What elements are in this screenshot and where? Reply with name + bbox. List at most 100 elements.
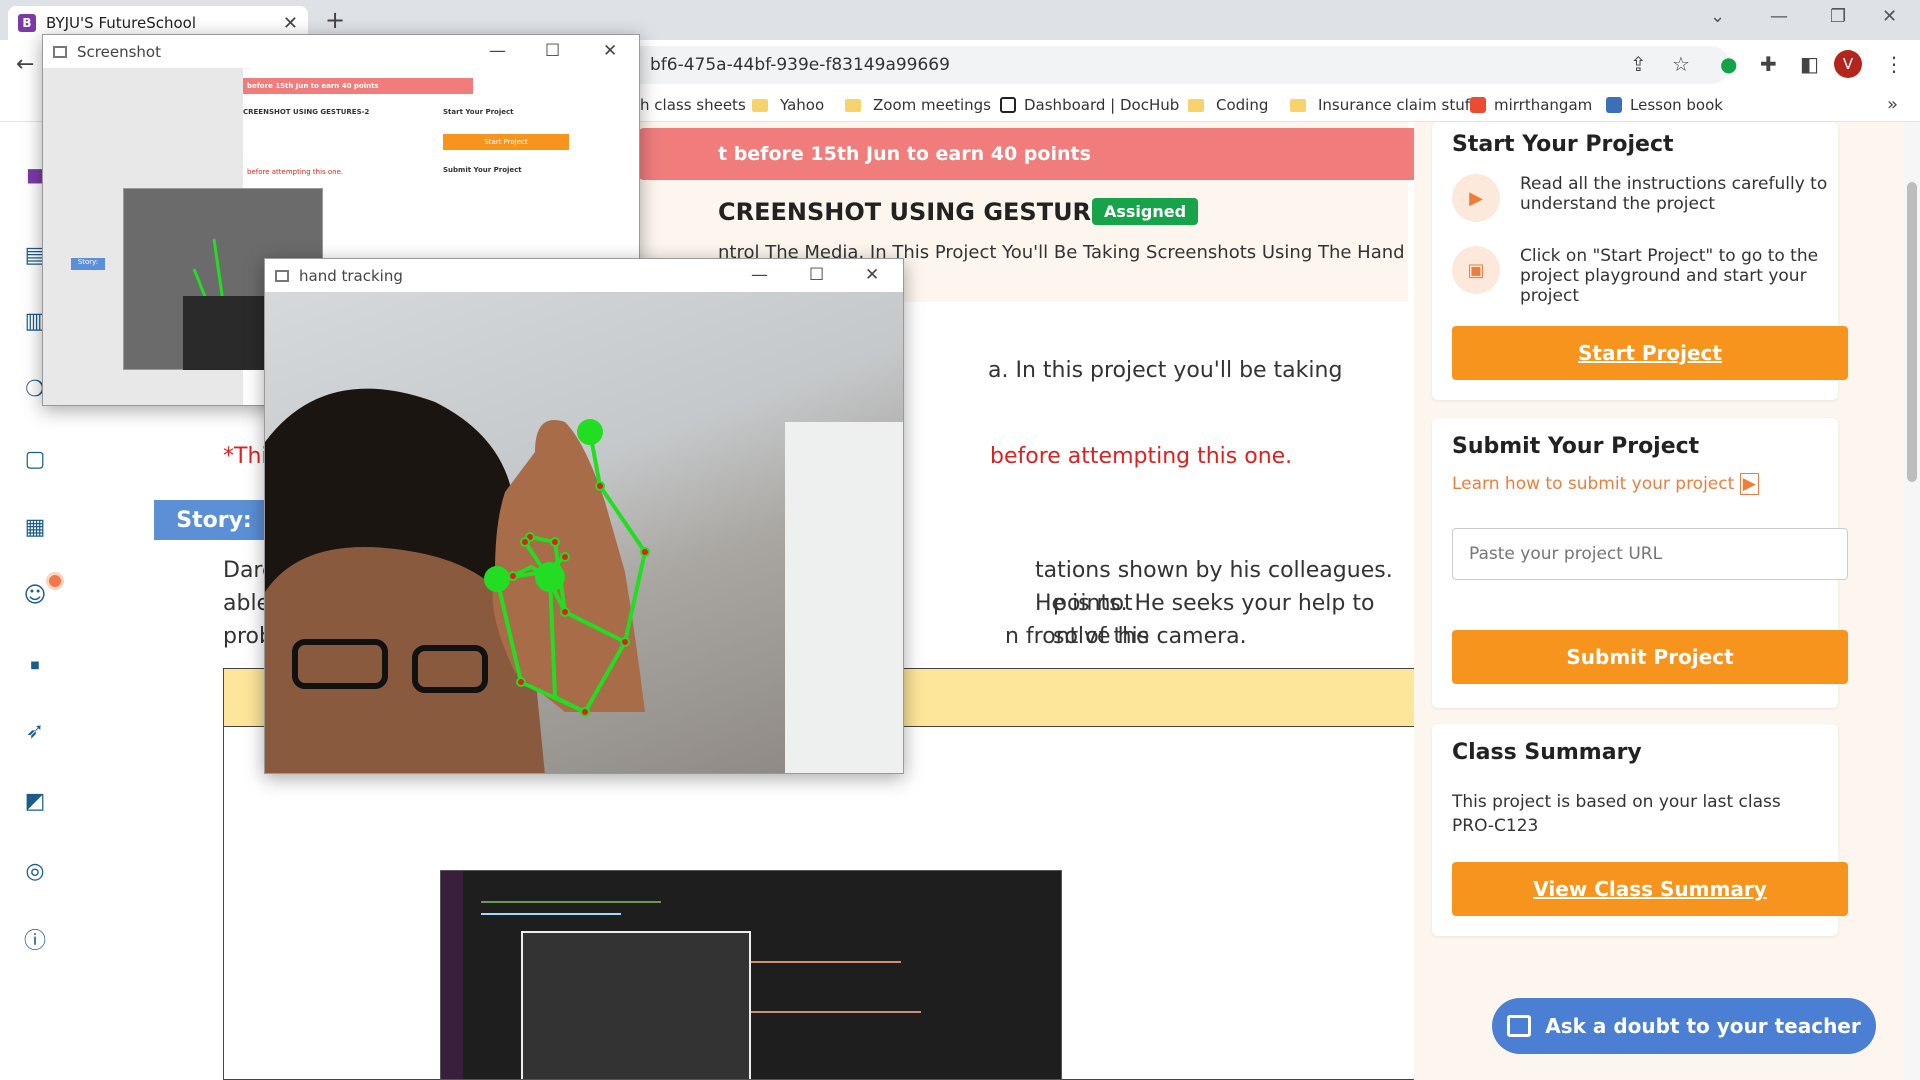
view-class-summary-button[interactable]: View Class Summary <box>1452 862 1848 916</box>
submit-project-card: Submit Your Project Learn how to submit … <box>1432 418 1848 708</box>
bookmark-class-sheets[interactable]: h class sheets <box>640 96 746 114</box>
code-line <box>741 961 901 963</box>
back-icon[interactable]: ← <box>16 52 34 77</box>
deadline-banner: t before 15th Jun to earn 40 points <box>638 128 1470 180</box>
profile-avatar[interactable]: V <box>1834 50 1862 78</box>
screenshot-titlebar[interactable]: Screenshot — ☐ ✕ <box>43 35 639 68</box>
minimize-icon[interactable]: — <box>489 41 506 61</box>
story-line3-end: n front of the camera. <box>1005 624 1247 649</box>
play-icon: ▶ <box>1452 174 1500 222</box>
step-start: ▣ Click on "Start Project" to go to the … <box>1452 246 1840 306</box>
project-title: CREENSHOT USING GESTURES-2 <box>718 198 1152 226</box>
extensions-icon[interactable]: ✚ <box>1760 52 1777 76</box>
minimize-icon[interactable]: — <box>751 265 768 285</box>
hand <box>492 420 645 712</box>
screenshot-window-title: Screenshot <box>77 42 161 61</box>
mini-start-button: Start Project <box>443 134 569 150</box>
folder-icon <box>845 98 861 112</box>
camera-scene <box>265 388 903 773</box>
new-tab-icon[interactable]: + <box>325 6 345 34</box>
close-icon[interactable]: ✕ <box>603 41 617 61</box>
story-label: Story: <box>154 500 274 540</box>
restore-icon[interactable]: ❐ <box>1830 6 1846 27</box>
submit-project-button[interactable]: Submit Project <box>1452 630 1848 684</box>
submit-heading: Submit Your Project <box>1452 434 1700 459</box>
video-icon: ▶ <box>1739 473 1759 495</box>
maximize-icon[interactable]: ☐ <box>545 41 560 61</box>
share-icon[interactable]: ⇪ <box>1630 52 1647 76</box>
window-icon <box>53 45 67 58</box>
close-icon[interactable]: ✕ <box>865 265 879 285</box>
document-icon[interactable]: ▦ <box>22 514 48 540</box>
project-url-input[interactable] <box>1452 528 1848 580</box>
more-bookmarks-icon[interactable]: » <box>1887 94 1898 115</box>
rocket-icon[interactable]: ➶ <box>22 718 48 744</box>
lesson-book-icon <box>1606 97 1622 113</box>
window-light <box>785 422 903 773</box>
hand-tracking-window-title: hand tracking <box>299 266 403 285</box>
notes-icon[interactable]: ▢ <box>22 446 48 472</box>
bookmark-insurance[interactable]: Insurance claim stuff <box>1290 96 1475 114</box>
grammarly-icon[interactable]: ● <box>1720 52 1737 76</box>
dot-icon: ■ <box>30 659 40 671</box>
start-project-card: Start Your Project ▶ Read all the instru… <box>1432 122 1848 400</box>
scrollbar-thumb[interactable] <box>1907 182 1917 482</box>
summary-text: This project is based on your last class… <box>1452 792 1781 836</box>
nested-screenshot <box>521 931 751 1079</box>
mini-banner: before 15th Jun to earn 40 points <box>243 78 473 94</box>
tab-search-icon[interactable]: ⌄ <box>1710 6 1725 27</box>
window-icon <box>275 269 289 282</box>
warning-text-end: before attempting this one. <box>990 444 1293 469</box>
scrollbar[interactable] <box>1904 122 1920 1080</box>
profile-icon[interactable]: ◎ <box>22 858 48 884</box>
learn-submit-link[interactable]: Learn how to submit your project ▶ <box>1452 473 1759 495</box>
bookmark-dochub[interactable]: Dashboard | DocHub <box>1000 96 1179 114</box>
right-sidebar: Start Your Project ▶ Read all the instru… <box>1414 122 1920 1080</box>
class-summary-card: Class Summary This project is based on y… <box>1432 724 1848 936</box>
bookmark-zoom[interactable]: Zoom meetings <box>845 96 991 114</box>
bookmark-lesson-book[interactable]: Lesson book <box>1606 96 1723 114</box>
code-line <box>741 1011 921 1013</box>
mini-start-heading: Start Your Project <box>443 108 514 116</box>
side-panel-icon[interactable]: ◧ <box>1800 52 1819 76</box>
intro-text: a. In this project you'll be taking <box>988 358 1343 383</box>
bookmark-yahoo[interactable]: Yahoo <box>752 96 824 114</box>
support-icon[interactable]: ☺ <box>22 582 48 608</box>
info-icon[interactable]: ⓘ <box>22 926 48 954</box>
start-project-button[interactable]: Start Project <box>1452 326 1848 380</box>
dochub-icon <box>1000 97 1016 113</box>
ask-doubt-button[interactable]: Ask a doubt to your teacher <box>1492 998 1876 1054</box>
mini-warning: before attempting this one. <box>247 168 344 176</box>
folder-icon <box>1188 98 1204 112</box>
close-window-icon[interactable]: ✕ <box>1882 6 1897 27</box>
bookmark-mirrthangam[interactable]: mirrthangam <box>1470 96 1592 114</box>
launcher-bar <box>441 871 463 1079</box>
mini-story: Story: <box>71 258 105 270</box>
bookmark-coding[interactable]: Coding <box>1188 96 1268 114</box>
folder-icon <box>752 98 768 112</box>
summary-heading: Class Summary <box>1452 740 1642 765</box>
folder-icon <box>1290 98 1306 112</box>
hand-tracking-titlebar[interactable]: hand tracking — ☐ ✕ <box>265 259 903 292</box>
mini-submit-heading: Submit Your Project <box>443 166 522 174</box>
menu-icon[interactable]: ⋮ <box>1884 52 1904 76</box>
chart-icon[interactable]: ◩ <box>22 788 48 814</box>
mini-title: CREENSHOT USING GESTURES-2 <box>243 108 370 116</box>
mirrthangam-icon <box>1470 97 1486 113</box>
document-icon: ▣ <box>1452 246 1500 294</box>
minimize-icon[interactable]: — <box>1770 6 1788 27</box>
code-line <box>481 913 621 915</box>
address-url: bf6-475a-44bf-939e-f83149a99669 <box>650 55 950 75</box>
camera-feed <box>265 292 903 773</box>
step-read: ▶ Read all the instructions carefully to… <box>1452 174 1840 222</box>
status-badge: Assigned <box>1092 198 1199 225</box>
bookmark-star-icon[interactable]: ☆ <box>1672 52 1690 76</box>
close-tab-icon[interactable]: ✕ <box>283 13 298 34</box>
notification-dot <box>46 572 64 590</box>
chat-icon <box>1507 1015 1532 1037</box>
maximize-icon[interactable]: ☐ <box>809 265 824 285</box>
byjus-favicon-icon: B <box>18 14 36 32</box>
tab-title: BYJU'S FutureSchool <box>46 14 197 32</box>
hand-tracking-window[interactable]: hand tracking — ☐ ✕ <box>264 258 904 774</box>
code-line <box>481 901 661 903</box>
